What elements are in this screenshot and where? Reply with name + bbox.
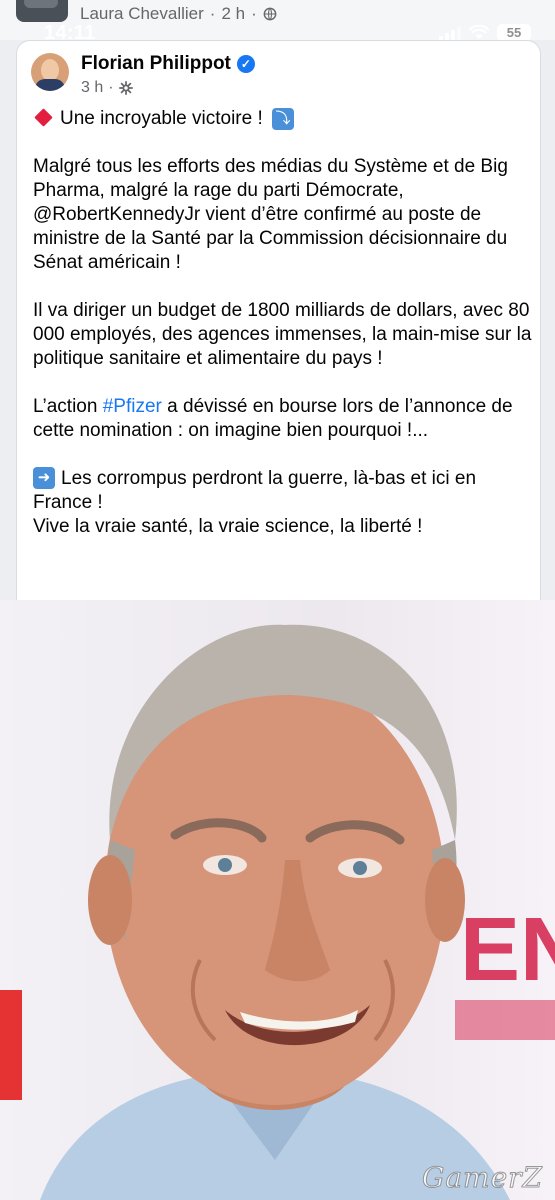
svg-text:EN: EN xyxy=(460,900,555,1000)
verified-badge-icon: ✓ xyxy=(236,55,255,73)
arrow-down-icon: ⤵ xyxy=(272,107,295,130)
separator-dot: · xyxy=(251,4,257,23)
gear-icon xyxy=(118,81,133,95)
watermark-logo: GamerZ xyxy=(421,1161,543,1195)
signal-icon xyxy=(439,26,461,40)
post-photo[interactable]: EN GamerZ xyxy=(0,600,555,1200)
post-headline: Une incroyable victoire ! xyxy=(60,108,263,129)
post-meta: 3 h · xyxy=(81,79,133,97)
hashtag-link[interactable]: #Pfizer xyxy=(103,396,162,417)
author-avatar[interactable] xyxy=(31,53,69,91)
paragraph-text: Vive la vraie santé, la vraie science, l… xyxy=(33,516,423,538)
separator-dot: · xyxy=(209,4,216,23)
sharer-name[interactable]: Laura Chevallier xyxy=(80,4,204,24)
post-text: Une incroyable victoire ! ⤵ Malgré tous … xyxy=(33,107,533,563)
post-time[interactable]: 3 h xyxy=(81,79,103,97)
sharer-meta: Laura Chevallier · 2 h · xyxy=(80,4,277,24)
portrait-illustration: EN xyxy=(0,624,555,1200)
post-paragraph: L’action #Pfizer a dévissé en bourse lor… xyxy=(33,395,533,443)
arrow-right-icon: ➜ xyxy=(33,467,55,489)
separator-dot: · xyxy=(108,79,114,96)
post-card: Florian Philippot ✓ 3 h · Une incroyable… xyxy=(16,40,541,662)
post-paragraph: Une incroyable victoire ! ⤵ xyxy=(33,107,533,131)
wifi-icon xyxy=(469,25,489,39)
status-icons: 55 xyxy=(439,24,531,41)
paragraph-text: L’action xyxy=(33,396,103,417)
post-paragraph: ➜ Les corrompus perdront la guerre, là-ba… xyxy=(33,467,533,539)
sharer-avatar[interactable] xyxy=(16,0,68,22)
red-diamond-icon xyxy=(34,108,53,128)
globe-icon xyxy=(263,7,277,21)
post-paragraph: Malgré tous les efforts des médias du Sy… xyxy=(33,156,508,273)
post-paragraph: Il va diriger un budget de 1800 milliard… xyxy=(33,300,532,369)
author-name-row: Florian Philippot ✓ xyxy=(81,53,255,75)
battery-icon: 55 xyxy=(497,24,531,41)
paragraph-text: Les corrompus perdront la guerre, là-bas… xyxy=(33,468,477,514)
share-time: 2 h xyxy=(221,4,246,23)
author-name[interactable]: Florian Philippot xyxy=(81,53,231,75)
